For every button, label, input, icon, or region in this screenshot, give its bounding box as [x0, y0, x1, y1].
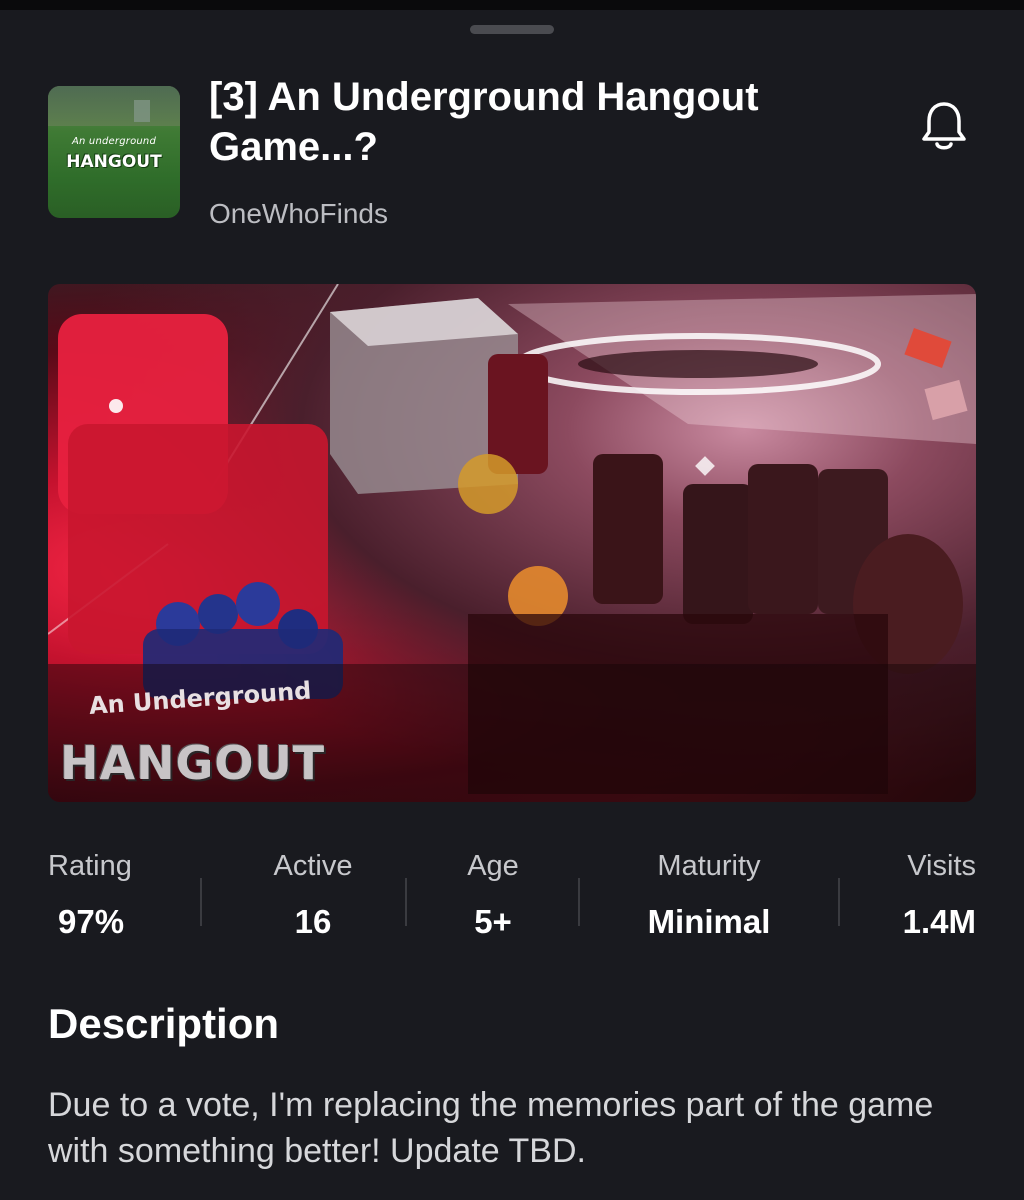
stat-age: Age 5+: [453, 850, 533, 950]
description-text: Due to a vote, I'm replacing the memorie…: [48, 1086, 934, 1170]
stat-divider: [405, 878, 407, 926]
game-icon-block: [134, 100, 150, 122]
game-title: [3] An Underground Hangout Game...?: [209, 75, 759, 169]
game-icon-subtitle: An underground: [71, 136, 157, 147]
notify-button[interactable]: [912, 96, 976, 160]
stat-rating: Rating 97%: [48, 850, 158, 950]
thumbnail-title: HANGOUT: [60, 736, 326, 790]
stat-label: Rating: [48, 850, 132, 882]
creator-name[interactable]: OneWhoFinds: [209, 198, 388, 230]
game-icon-title: HANGOUT: [66, 152, 162, 172]
stat-label: Age: [467, 850, 519, 882]
description-heading: Description: [48, 1000, 280, 1047]
stat-divider: [838, 878, 840, 926]
stat-label: Visits: [907, 850, 976, 882]
game-icon: An underground HANGOUT: [48, 86, 180, 218]
stat-active: Active 16: [258, 850, 368, 950]
stat-value: 97%: [58, 903, 125, 940]
stat-value: 1.4M: [902, 903, 976, 940]
stat-divider: [200, 878, 202, 926]
thumbnail-artwork: [48, 284, 976, 802]
stats-row: Rating 97% Active 16 Age 5+ Maturity Min…: [48, 850, 976, 950]
stat-value: Minimal: [647, 903, 771, 940]
stat-visits: Visits 1.4M: [876, 850, 976, 950]
stat-value: 16: [294, 903, 332, 940]
status-bar-strip: [0, 0, 1024, 10]
game-icon-sky: [48, 86, 180, 126]
game-thumbnail[interactable]: An Underground HANGOUT: [48, 284, 976, 802]
sheet-drag-handle[interactable]: [470, 25, 554, 34]
stat-maturity: Maturity Minimal: [634, 850, 784, 950]
stat-label: Maturity: [657, 850, 761, 882]
stat-value: 5+: [474, 903, 512, 940]
stat-label: Active: [273, 850, 353, 882]
stat-divider: [578, 878, 580, 926]
bell-icon: [918, 98, 970, 159]
